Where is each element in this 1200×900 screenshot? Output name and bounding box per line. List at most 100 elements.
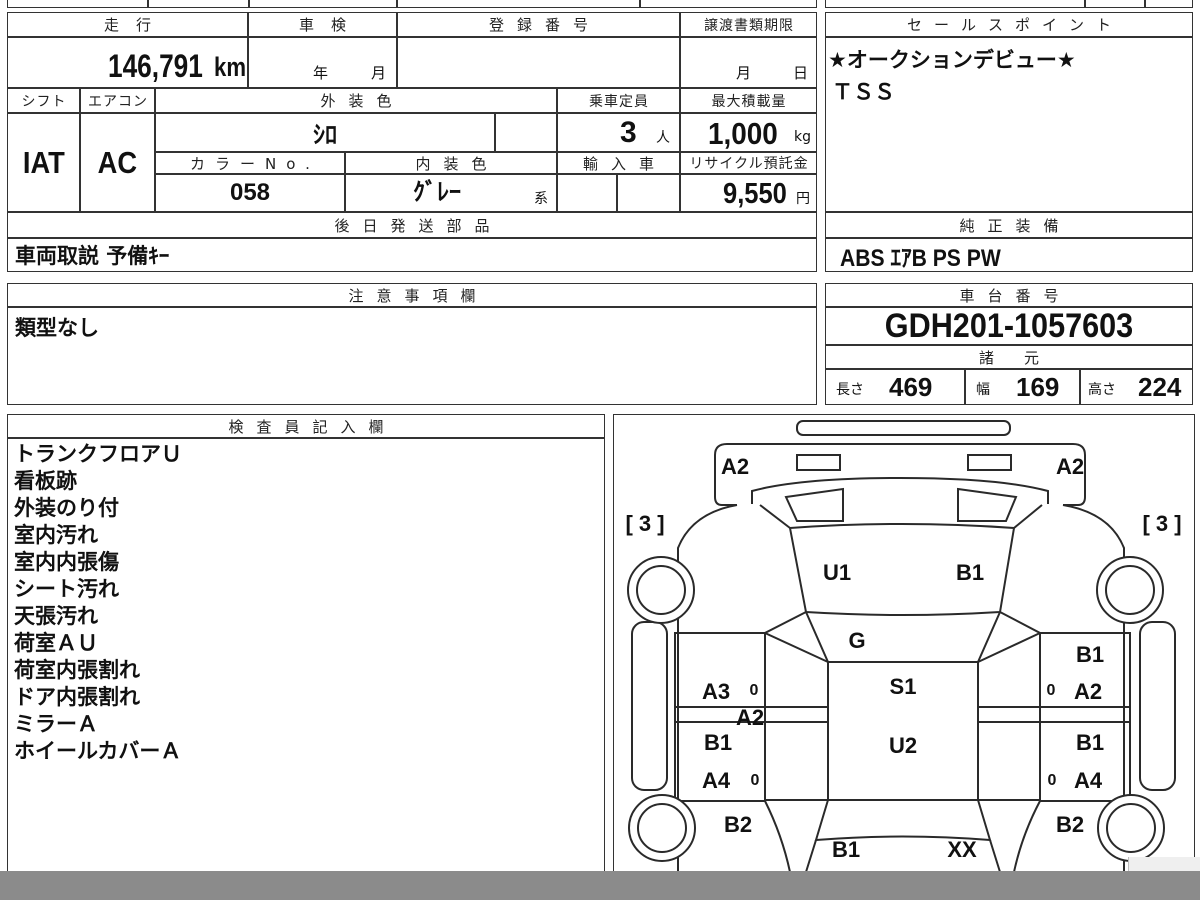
inspection-year-unit: 年 [313, 64, 329, 82]
max-load-label: 最大積載量 [680, 88, 817, 113]
inspector-note-line: 天張汚れ [14, 604, 98, 628]
wheel-front-right-hub-icon [1105, 565, 1155, 615]
shift-cell: IAT [7, 113, 80, 212]
spec-length-label: 長さ [836, 382, 864, 398]
pillar-left [762, 611, 829, 663]
front-panel [714, 443, 1086, 506]
inspector-note-line: 荷室ＡＵ [14, 631, 98, 655]
damage-mark-left-rear-door-upper: B1 [704, 730, 732, 755]
interior-color-suffix: 系 [534, 191, 548, 207]
door-mark-right-front: 0 [1047, 682, 1056, 699]
inspection-label: 車検 [248, 12, 397, 37]
interior-color-cell: ｸﾞﾚｰ 系 [345, 174, 557, 212]
spec-height-cell: 高さ 224 [1080, 369, 1193, 405]
damage-mark-left-rear-quarter: B2 [724, 812, 752, 837]
top-strip-cell [249, 0, 397, 8]
wheel-front-left-hub-icon [636, 565, 686, 615]
door-mark-left-front: 0 [750, 682, 759, 699]
inspector-note-line: 看板跡 [14, 469, 77, 493]
sales-points-body: ★オークションデビュー★ ＴＳＳ [825, 37, 1193, 212]
inspector-note-line: シート汚れ [14, 577, 119, 601]
equipment-cell: ABS ｴｱB PS PW [825, 238, 1193, 272]
inspector-note-line: 室内汚れ [14, 523, 98, 547]
headlight-left [796, 454, 841, 471]
sales-point-line: ★オークションデビュー★ [828, 48, 1076, 72]
front-lamp-left [784, 487, 844, 522]
exterior-color-label: 外装色 [155, 88, 557, 113]
exterior-color-cell: ｼﾛ [155, 113, 495, 152]
rear-quarter-left [764, 800, 791, 873]
max-load-unit: kg [794, 129, 811, 145]
transfer-deadline-cell: 月 日 [680, 37, 817, 88]
mileage-cell: 146,791 km [7, 37, 248, 88]
damage-mark-left-rear-door: A4 [702, 768, 731, 793]
headlight-right [967, 454, 1012, 471]
import-label: 輸入車 [557, 152, 680, 174]
inspector-note-line: 外装のり付 [14, 496, 119, 520]
inspector-note-line: ドア内張割れ [14, 685, 140, 709]
aircon-cell: AC [80, 113, 155, 212]
color-no-label: カラーNo. [155, 152, 345, 174]
corner-overlay [1128, 857, 1200, 871]
registration-cell [397, 37, 680, 88]
deadline-month-unit: 月 [736, 64, 752, 82]
interior-color-value: ｸﾞﾚｰ [413, 178, 461, 206]
door-mark-right-rear: 0 [1048, 772, 1057, 789]
damage-mark-right-front-door-upper: B1 [1076, 642, 1104, 667]
color-no-cell: 058 [155, 174, 345, 212]
damage-mark-back-right: XX [947, 837, 977, 862]
aircon-label: エアコン [80, 88, 155, 113]
interior-color-label: 内装色 [345, 152, 557, 174]
footer-bar [0, 871, 1200, 900]
wheel-rear-left-hub-icon [637, 803, 687, 853]
color-no-value: 058 [229, 179, 271, 206]
mileage-label: 走行 [7, 12, 248, 37]
damage-mark-right-front-door: A2 [1074, 679, 1102, 704]
later-parts-cell: 車両取説 予備ｷｰ [7, 238, 817, 272]
inspector-note-line: ホイールカバーＡ [14, 739, 182, 763]
seating-cell: 3 人 [557, 113, 680, 152]
damage-mark-roof-rear: U2 [889, 733, 917, 758]
right-door-divider [978, 706, 1130, 723]
top-strip-cell [640, 0, 817, 8]
registration-label: 登録番号 [397, 12, 680, 37]
notes-label: 注意事項欄 [7, 283, 817, 307]
seating-value: 3 [620, 116, 637, 149]
spec-width-value: 169 [1016, 372, 1060, 402]
recycle-fee-cell: 9,550 円 [680, 174, 817, 212]
inspector-note-line: トランクフロアＵ [14, 442, 182, 466]
car-damage-diagram: A2 A2 [ 3 ] [ 3 ] U1 B1 G S1 B1 A3 0 0 A… [625, 420, 1182, 873]
inspector-note-line: ミラーＡ [14, 712, 98, 736]
recycle-fee-value: 9,550 [723, 178, 787, 210]
spec-width-label: 幅 [976, 382, 990, 398]
sales-point-line: ＴＳＳ [832, 80, 895, 104]
max-load-cell: 1,000 kg [680, 113, 817, 152]
spec-length-value: 469 [889, 372, 933, 402]
notes-body: 類型なし [7, 307, 817, 405]
chassis-label: 車台番号 [825, 283, 1193, 307]
transfer-deadline-label: 譲渡書類期限 [680, 12, 817, 37]
top-strip-cell [1085, 0, 1145, 8]
damage-mark-left-front-door: A3 [702, 679, 730, 704]
equipment-label: 純正装備 [825, 212, 1193, 238]
later-parts-value: 車両取説 予備ｷｰ [15, 244, 170, 268]
inspection-cell: 年 月 [248, 37, 397, 88]
import-cell-a [557, 174, 617, 212]
top-strip-cell [825, 0, 1085, 8]
windshield [805, 611, 1001, 663]
top-strip-cell [397, 0, 640, 8]
rear-window [814, 799, 992, 842]
damage-mark-roof-front: S1 [890, 674, 917, 699]
specs-label: 諸元 [825, 345, 1193, 369]
inspector-note-line: 荷室内張割れ [14, 658, 140, 682]
exterior-color-extra-cell [495, 113, 557, 152]
damage-mark-hood-right: B1 [956, 560, 984, 585]
rear-quarter-right [1013, 800, 1041, 873]
shift-label: シフト [7, 88, 80, 113]
tire-mark-front-right: [ 3 ] [1142, 511, 1181, 536]
recycle-fee-label: リサイクル預託金 [680, 152, 817, 174]
notes-value: 類型なし [15, 316, 99, 340]
inspector-note-line: 室内内張傷 [14, 550, 119, 574]
aircon-value: AC [97, 144, 138, 180]
damage-mark-front-left-corner: A2 [721, 454, 749, 479]
